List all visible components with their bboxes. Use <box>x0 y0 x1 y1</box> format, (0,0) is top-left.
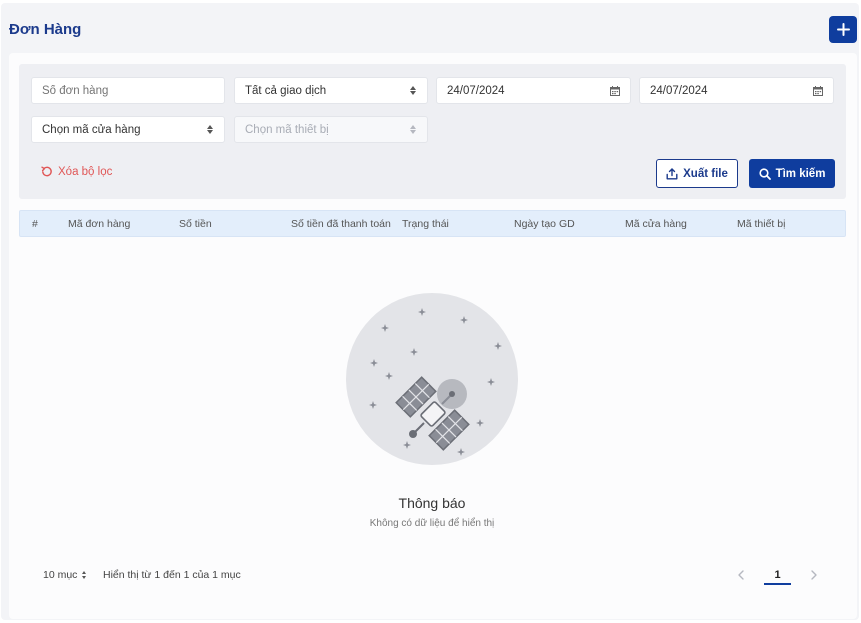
calendar-icon <box>813 85 823 96</box>
order-number-input[interactable] <box>31 77 225 104</box>
empty-state-title: Thông báo <box>398 495 466 511</box>
clear-filter-label: Xóa bộ lọc <box>58 166 113 178</box>
search-icon <box>758 167 771 180</box>
page-size-label: 10 mục <box>43 569 78 581</box>
transaction-type-select[interactable]: Tất cả giao dịch <box>234 77 428 104</box>
plus-icon <box>836 23 850 36</box>
column-header-created-date[interactable]: Ngày tạo GD <box>514 218 575 230</box>
clear-filter-button[interactable]: Xóa bộ lọc <box>41 166 112 178</box>
pagination-summary: Hiển thị từ 1 đến 1 của 1 mục <box>103 569 241 581</box>
page-number-current[interactable]: 1 <box>764 565 791 585</box>
column-header-device-code[interactable]: Mã thiết bị <box>737 218 785 230</box>
store-code-select[interactable]: Chọn mã cửa hàng <box>31 116 225 143</box>
export-file-label: Xuất file <box>683 167 728 180</box>
chevron-right-icon <box>811 570 817 580</box>
table-header: # Mã đơn hàng Số tiền Số tiền đã thanh t… <box>19 210 846 237</box>
store-code-value: Chọn mã cửa hàng <box>42 123 141 136</box>
chevron-left-icon <box>738 570 744 580</box>
page-size-select[interactable]: 10 mục <box>43 569 87 581</box>
select-arrows-icon <box>81 570 87 580</box>
prev-page-button[interactable] <box>734 566 748 584</box>
column-header-store-code[interactable]: Mã cửa hàng <box>625 218 687 230</box>
select-arrows-icon <box>206 123 214 137</box>
column-header-index[interactable]: # <box>32 218 38 230</box>
search-label: Tìm kiếm <box>775 167 826 180</box>
transaction-type-value: Tất cả giao dịch <box>245 84 327 97</box>
device-code-value: Chọn mã thiết bị <box>245 123 329 136</box>
add-order-button[interactable] <box>829 16 857 43</box>
select-arrows-icon <box>409 123 417 137</box>
date-to-value: 24/07/2024 <box>650 84 708 97</box>
date-from-value: 24/07/2024 <box>447 84 505 97</box>
page-title: Đơn Hàng <box>9 21 82 38</box>
date-from-field[interactable]: 24/07/2024 <box>436 77 631 104</box>
empty-state-description: Không có dữ liệu để hiển thị <box>369 518 495 529</box>
select-arrows-icon <box>409 84 417 98</box>
export-file-button[interactable]: Xuất file <box>656 159 738 188</box>
column-header-order-code[interactable]: Mã đơn hàng <box>68 218 130 230</box>
reset-icon <box>41 166 52 177</box>
search-button[interactable]: Tìm kiếm <box>749 159 835 188</box>
column-header-paid-amount[interactable]: Số tiền đã thanh toán <box>291 218 391 230</box>
calendar-icon <box>610 85 620 96</box>
next-page-button[interactable] <box>807 566 821 584</box>
device-code-select[interactable]: Chọn mã thiết bị <box>234 116 428 143</box>
upload-icon <box>666 167 678 179</box>
column-header-status[interactable]: Trạng thái <box>402 218 449 230</box>
date-to-field[interactable]: 24/07/2024 <box>639 77 834 104</box>
column-header-amount[interactable]: Số tiền <box>179 218 212 230</box>
satellite-empty-icon <box>346 293 518 465</box>
